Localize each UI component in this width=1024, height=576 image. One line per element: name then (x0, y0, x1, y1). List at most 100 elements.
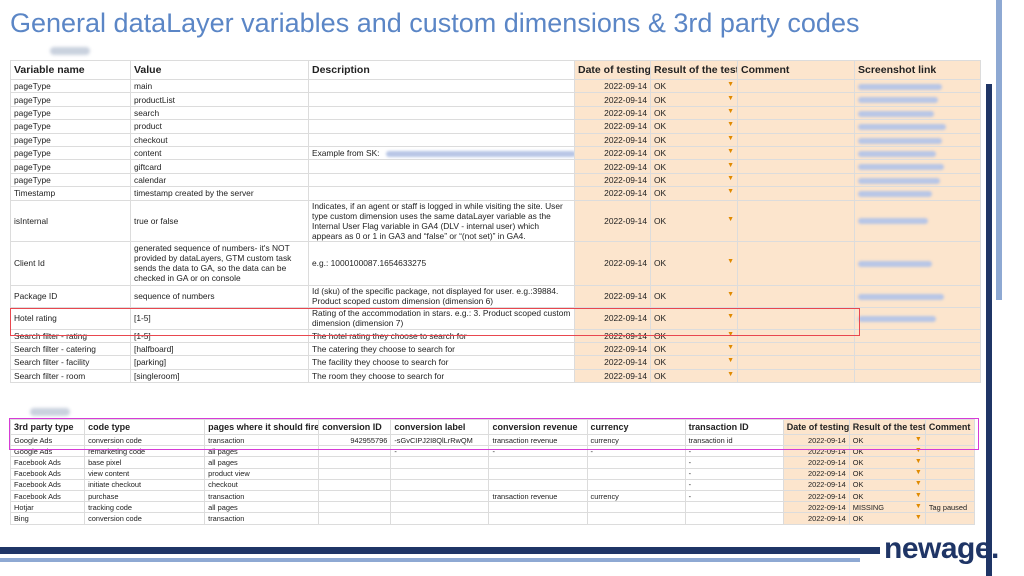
cell-description: e.g.: 1000100087.1654633275 (308, 240, 575, 286)
chevron-down-icon[interactable]: ▼ (915, 503, 922, 510)
cell-screenshot-link[interactable] (854, 284, 981, 308)
cell-screenshot-link[interactable] (854, 105, 981, 121)
chevron-down-icon[interactable]: ▼ (915, 514, 922, 521)
cell-screenshot-link[interactable] (854, 132, 981, 147)
header-screenshot-link: Screenshot link (854, 60, 981, 80)
result-dropdown[interactable]: OK ▼ (650, 105, 738, 121)
chevron-down-icon[interactable]: ▼ (727, 95, 734, 102)
chevron-down-icon[interactable]: ▼ (915, 469, 922, 476)
chevron-down-icon[interactable]: ▼ (727, 344, 734, 351)
chevron-down-icon[interactable]: ▼ (727, 291, 734, 298)
cell-screenshot-link[interactable] (854, 172, 981, 188)
result-dropdown[interactable]: OK ▼ (650, 92, 738, 107)
blurred-link[interactable] (385, 150, 574, 157)
datalayer-variables-table: Variable name Value Description Date of … (10, 60, 981, 384)
cell-screenshot-link[interactable] (854, 186, 981, 201)
chevron-down-icon[interactable]: ▼ (727, 108, 734, 115)
chevron-down-icon[interactable]: ▼ (915, 480, 922, 487)
result-dropdown[interactable]: OK ▼ (650, 341, 738, 357)
chevron-down-icon[interactable]: ▼ (727, 258, 734, 265)
cell-screenshot-link[interactable] (854, 199, 981, 242)
cell-value: checkout (130, 132, 309, 147)
result-dropdown[interactable]: OK ▼ (650, 199, 738, 242)
chevron-down-icon[interactable]: ▼ (727, 148, 734, 155)
result-dropdown[interactable]: OK ▼ (848, 489, 926, 503)
result-dropdown[interactable]: OK ▼ (650, 186, 738, 201)
cell-variable-name: pageType (10, 92, 131, 107)
result-dropdown[interactable]: OK ▼ (848, 456, 926, 469)
result-dropdown[interactable]: OK ▼ (650, 132, 738, 147)
chevron-down-icon[interactable]: ▼ (727, 357, 734, 364)
chevron-down-icon[interactable]: ▼ (915, 436, 922, 443)
cell-variable-name: Client Id (10, 240, 131, 286)
chevron-down-icon[interactable]: ▼ (727, 81, 734, 88)
cell-screenshot-link[interactable] (854, 92, 981, 107)
cell-conversion-label (390, 489, 490, 503)
result-dropdown[interactable]: OK ▼ (848, 445, 926, 458)
table-row: Google Ads conversion code transaction 9429… (9, 433, 976, 447)
result-dropdown[interactable]: OK ▼ (650, 355, 738, 370)
table-row: pageType productList 2022-09-14 OK ▼ (10, 92, 981, 107)
result-dropdown[interactable]: MISSING ▼ (848, 501, 926, 514)
result-dropdown[interactable]: OK ▼ (650, 78, 738, 94)
chevron-down-icon[interactable]: ▼ (915, 458, 922, 465)
chevron-down-icon[interactable]: ▼ (727, 216, 734, 223)
result-dropdown[interactable]: OK ▼ (650, 306, 738, 330)
result-dropdown[interactable]: OK ▼ (848, 467, 926, 480)
cell-comment (924, 489, 976, 503)
chevron-down-icon[interactable]: ▼ (727, 121, 734, 128)
table-row: Facebook Ads purchase transaction transacti… (9, 489, 976, 503)
cell-currency (586, 478, 686, 491)
chevron-down-icon[interactable]: ▼ (727, 188, 734, 195)
cell-screenshot-link (854, 341, 981, 357)
chevron-down-icon[interactable]: ▼ (727, 313, 734, 320)
result-dropdown[interactable]: OK ▼ (650, 368, 738, 384)
table-header-row: Variable name Value Description Date of … (10, 60, 981, 80)
header-description: Description (308, 60, 575, 80)
chevron-down-icon[interactable]: ▼ (727, 331, 734, 338)
result-dropdown[interactable]: OK ▼ (650, 145, 738, 161)
cell-comment (737, 105, 855, 121)
cell-currency (586, 501, 686, 514)
cell-pages: all pages (204, 501, 320, 514)
cell-comment (737, 284, 855, 308)
cell-3rd-party-type: Google Ads (9, 445, 86, 458)
cell-screenshot-link[interactable] (854, 240, 981, 286)
cell-description: The facility they choose to search for (308, 355, 575, 370)
cell-screenshot-link[interactable] (854, 119, 981, 134)
table-row: Facebook Ads base pixel all pages -2022-09-… (9, 456, 976, 469)
result-dropdown[interactable]: OK ▼ (848, 512, 926, 525)
cell-code-type: purchase (84, 489, 206, 503)
result-dropdown[interactable]: OK ▼ (650, 328, 738, 343)
result-dropdown[interactable]: OK ▼ (650, 159, 738, 174)
cell-variable-name: pageType (10, 105, 131, 121)
result-dropdown[interactable]: OK ▼ (650, 240, 738, 286)
result-dropdown[interactable]: OK ▼ (650, 284, 738, 308)
cell-screenshot-link[interactable] (854, 306, 981, 330)
cell-date: 2022-09-14 (574, 186, 651, 201)
cell-comment (924, 512, 976, 525)
cell-screenshot-link[interactable] (854, 159, 981, 174)
chevron-down-icon[interactable]: ▼ (727, 135, 734, 142)
cell-screenshot-link[interactable] (854, 145, 981, 161)
decorative-line (0, 547, 880, 554)
cell-date: 2022-09-14 (574, 78, 651, 94)
cell-comment (924, 467, 976, 480)
cell-screenshot-link[interactable] (854, 78, 981, 94)
cell-description (308, 119, 575, 134)
result-dropdown[interactable]: OK ▼ (650, 172, 738, 188)
result-dropdown[interactable]: OK ▼ (650, 119, 738, 134)
cell-date: 2022-09-14 (574, 328, 651, 343)
cell-variable-name: pageType (10, 159, 131, 174)
result-dropdown[interactable]: OK ▼ (848, 478, 926, 491)
chevron-down-icon[interactable]: ▼ (727, 162, 734, 169)
chevron-down-icon[interactable]: ▼ (727, 175, 734, 182)
chevron-down-icon[interactable]: ▼ (915, 447, 922, 454)
cell-conversion-revenue: transaction revenue (488, 489, 588, 503)
cell-conversion-id (318, 445, 392, 458)
chevron-down-icon[interactable]: ▼ (727, 371, 734, 378)
cell-description (308, 105, 575, 121)
result-dropdown[interactable]: OK ▼ (848, 433, 926, 447)
chevron-down-icon[interactable]: ▼ (915, 492, 922, 499)
cell-pages: product view (204, 467, 320, 480)
